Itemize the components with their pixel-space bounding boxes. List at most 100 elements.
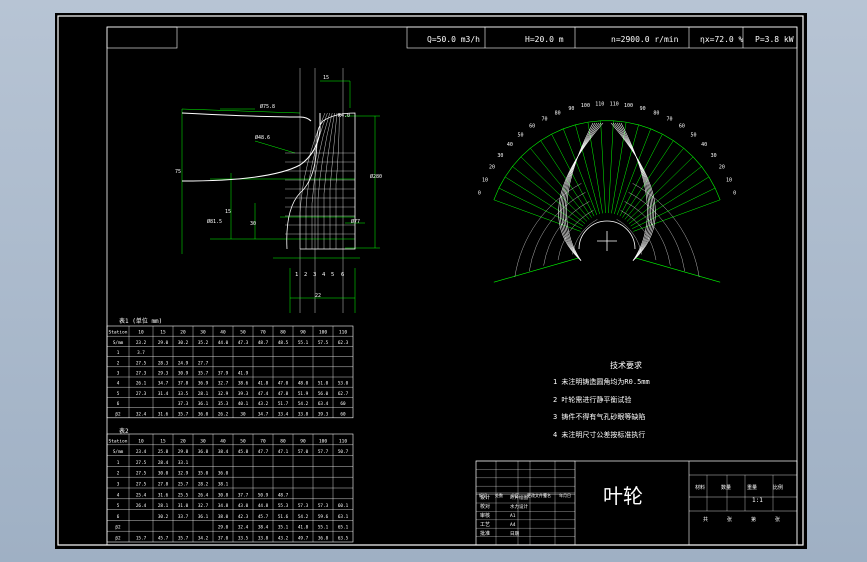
table2-cell: β2	[115, 536, 121, 542]
station-arc	[514, 183, 582, 277]
radial-line	[600, 120, 606, 214]
table1-cell: 32.9	[218, 391, 229, 397]
table2-cell: 28.2	[198, 482, 209, 488]
header-speed: n=2900.0 r/min	[611, 35, 679, 44]
station-number: 4	[322, 272, 326, 278]
table2-cell: 25.4	[136, 492, 147, 498]
table1-cell: 33.5	[178, 391, 189, 397]
station-arc	[529, 192, 586, 272]
table1-cell: 63.4	[318, 401, 329, 407]
angle-label: 70	[542, 116, 548, 122]
table2-header-cell: 80	[280, 438, 286, 444]
outer-chord	[708, 176, 716, 189]
table1-cell: 47.3	[238, 340, 249, 346]
outer-chord	[673, 140, 684, 149]
table2-cell: 31.6	[158, 492, 169, 498]
table2-cell: 2	[117, 471, 120, 477]
table1-cell: S/mm	[113, 340, 124, 346]
title-block-sheet: 共	[703, 516, 708, 523]
table2-header-cell: 110	[339, 438, 347, 444]
angle-label: 80	[653, 110, 659, 116]
title-block-label: 批准	[480, 530, 490, 537]
blade-curve-right	[620, 122, 648, 261]
table2-cell: 42.3	[238, 514, 249, 520]
angle-label: 20	[719, 165, 725, 171]
header-power: P=3.8 kW	[755, 35, 794, 44]
title-block-heading: 材料	[695, 484, 705, 491]
table2-cell: S/mm	[113, 449, 124, 455]
table2-cell: 36.8	[318, 536, 329, 542]
table2-cell: 33.1	[178, 460, 189, 466]
table2-cell: 32.4	[238, 525, 249, 531]
part-name: 叶轮	[603, 484, 643, 508]
table2-cell: 49.7	[298, 536, 309, 542]
outer-chord	[540, 133, 552, 141]
streamline	[299, 112, 326, 249]
table1-cell: 36.0	[198, 411, 209, 417]
streamline	[311, 112, 330, 249]
title-block-value: 水力设计	[510, 503, 528, 510]
title-block-revision: 年月日	[559, 492, 571, 498]
table1-cell: 27.3	[136, 391, 147, 397]
table1-header-cell: 15	[160, 330, 166, 336]
table1-cell: 48.7	[258, 340, 269, 346]
title-block-revision: 处数	[495, 492, 503, 498]
angle-label: 60	[679, 124, 685, 130]
title-block-heading: 比例	[773, 484, 783, 491]
dim-line	[181, 108, 301, 114]
table2-cell: 4	[117, 492, 120, 498]
table2-header-cell: 90	[300, 438, 306, 444]
blade-section	[286, 112, 356, 250]
angle-label: 90	[568, 106, 574, 112]
title-block-value: A1	[510, 513, 516, 519]
outer-chord	[493, 187, 500, 200]
table1-cell: 53.0	[338, 381, 349, 387]
table2-cell: 43.0	[238, 503, 249, 509]
angle-label: 50	[517, 132, 523, 138]
table2-cell: 30.0	[158, 471, 169, 477]
table1-cell: 47.8	[278, 391, 289, 397]
angle-label: 110	[595, 101, 604, 107]
table2-cell: 43.2	[278, 536, 289, 542]
table2-cell: 15.7	[136, 536, 147, 542]
streamline	[323, 112, 335, 249]
table2-cell: 32.7	[198, 503, 209, 509]
angle-label: 10	[482, 177, 488, 183]
station-number: 1	[295, 272, 298, 278]
header-flow: Q=50.0 m3/h	[427, 35, 480, 44]
outer-chord	[563, 124, 576, 130]
title-block-heading: 重量	[747, 484, 757, 491]
table2-cell: 33.7	[178, 514, 189, 520]
table1-cell: 27.3	[136, 371, 147, 377]
table1-cell: 51.9	[298, 391, 309, 397]
table2-cell: 33.5	[238, 536, 249, 542]
table1-cell: 34.7	[258, 411, 269, 417]
title-block-label: 审核	[480, 512, 490, 519]
angle-label: 60	[529, 124, 535, 130]
table1-cell: 3.7	[137, 350, 145, 356]
table1-cell: 47.0	[278, 381, 289, 387]
angle-label: 100	[624, 103, 633, 109]
outer-chord	[498, 176, 506, 189]
table1-cell: 31.6	[158, 411, 169, 417]
station-number: 2	[304, 272, 307, 278]
table1-cell: β2	[115, 411, 121, 417]
table1-cell: 32.7	[218, 381, 229, 387]
outer-chord	[701, 166, 710, 178]
title-block-value: 日期	[510, 531, 519, 537]
dim-label: Ø81.5	[207, 218, 222, 225]
table1-header-cell: 40	[220, 330, 226, 336]
table1-header-cell: 100	[319, 330, 327, 336]
outer-chord	[613, 120, 627, 123]
table2-cell: 1	[117, 460, 120, 466]
table1-cell: 44.0	[218, 340, 229, 346]
table2-cell: 36.0	[218, 471, 229, 477]
notes-title: 技术要求	[610, 361, 642, 370]
table2-cell: 29.0	[218, 525, 229, 531]
table1-header-cell: 110	[339, 330, 347, 336]
table1-cell: 28.3	[158, 360, 169, 366]
table2-cell: 32.9	[178, 471, 189, 477]
table1-cell: 48.0	[298, 381, 309, 387]
table2-cell: 37.7	[238, 492, 249, 498]
station-arc	[628, 192, 685, 272]
